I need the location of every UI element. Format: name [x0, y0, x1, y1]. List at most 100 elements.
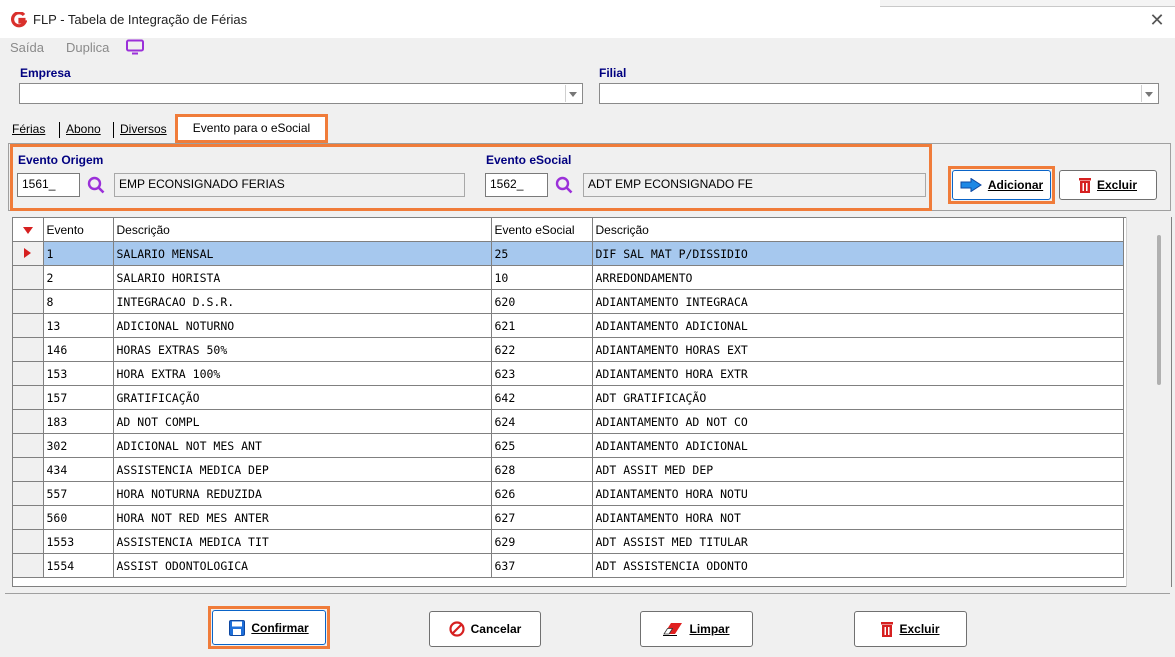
table-row[interactable]: 153 HORA EXTRA 100% 623 ADIANTAMENTO HORA E…	[13, 361, 1124, 386]
cell-evento[interactable]: 1554	[43, 553, 114, 578]
cell-evento-esocial[interactable]: 642	[491, 385, 593, 410]
filial-combo[interactable]	[599, 83, 1159, 104]
cell-descricao-esocial[interactable]: ADIANTAMENTO HORA EXTR	[592, 361, 1124, 386]
menu-item-duplica[interactable]: Duplica	[66, 40, 109, 55]
cell-descricao[interactable]: GRATIFICAÇÃO	[113, 385, 492, 410]
cell-evento-esocial[interactable]: 625	[491, 433, 593, 458]
cell-descricao-esocial[interactable]: ADIANTAMENTO AD NOT CO	[592, 409, 1124, 434]
row-indicator[interactable]	[13, 265, 44, 290]
cell-descricao-esocial[interactable]: ADIANTAMENTO HORAS EXT	[592, 337, 1124, 362]
cell-descricao[interactable]: ASSIST ODONTOLOGICA	[113, 553, 492, 578]
row-indicator[interactable]	[13, 529, 44, 554]
table-row[interactable]: 1 SALARIO MENSAL 25 DIF SAL MAT P/DISSIDIO	[13, 241, 1124, 266]
cell-descricao-esocial[interactable]: ADIANTAMENTO HORA NOT	[592, 505, 1124, 530]
table-row[interactable]: 434 ASSISTENCIA MEDICA DEP 628 ADT ASSIT ME…	[13, 457, 1124, 482]
cell-evento[interactable]: 146	[43, 337, 114, 362]
cell-evento[interactable]: 13	[43, 313, 114, 338]
table-row[interactable]: 146 HORAS EXTRAS 50% 622 ADIANTAMENTO HORAS…	[13, 337, 1124, 362]
cell-evento-esocial[interactable]: 10	[491, 265, 593, 290]
cell-descricao[interactable]: AD NOT COMPL	[113, 409, 492, 434]
cell-descricao-esocial[interactable]: ADIANTAMENTO INTEGRACA	[592, 289, 1124, 314]
cell-evento[interactable]: 8	[43, 289, 114, 314]
row-indicator[interactable]	[13, 505, 44, 530]
events-grid[interactable]: Evento Descrição Evento eSocial Descriçã…	[12, 217, 1172, 587]
tab-evento-esocial[interactable]: Evento para o eSocial	[175, 114, 328, 143]
cell-descricao-esocial[interactable]: ADIANTAMENTO ADICIONAL	[592, 433, 1124, 458]
table-row[interactable]: 8 INTEGRACAO D.S.R. 620 ADIANTAMENTO INTEGR…	[13, 289, 1124, 314]
cell-evento[interactable]: 1	[43, 241, 114, 266]
table-row[interactable]: 560 HORA NOT RED MES ANTER 627 ADIANTAMENTO…	[13, 505, 1124, 530]
row-indicator[interactable]	[13, 385, 44, 410]
clear-button[interactable]: Limpar	[640, 611, 753, 647]
row-indicator[interactable]	[13, 457, 44, 482]
cell-evento-esocial[interactable]: 624	[491, 409, 593, 434]
row-indicator[interactable]	[13, 241, 44, 266]
column-header-evento[interactable]: Evento	[43, 218, 114, 242]
tab-diversos[interactable]: Diversos	[117, 118, 170, 140]
table-row[interactable]: 1554 ASSIST ODONTOLOGICA 637 ADT ASSISTENCI…	[13, 553, 1124, 578]
cell-descricao-esocial[interactable]: ADIANTAMENTO ADICIONAL	[592, 313, 1124, 338]
table-row[interactable]: 1553 ASSISTENCIA MEDICA TIT 629 ADT ASSIST …	[13, 529, 1124, 554]
cell-evento-esocial[interactable]: 620	[491, 289, 593, 314]
row-indicator[interactable]	[13, 409, 44, 434]
cell-evento[interactable]: 302	[43, 433, 114, 458]
column-header-descricao[interactable]: Descrição	[113, 218, 492, 242]
monitor-icon[interactable]	[125, 39, 145, 55]
menu-item-saida[interactable]: Saída	[10, 40, 44, 55]
cell-descricao[interactable]: SALARIO HORISTA	[113, 265, 492, 290]
table-row[interactable]: 557 HORA NOTURNA REDUZIDA 626 ADIANTAMENTO …	[13, 481, 1124, 506]
cell-descricao-esocial[interactable]: ADIANTAMENTO HORA NOTU	[592, 481, 1124, 506]
search-icon[interactable]	[87, 176, 105, 194]
cell-descricao[interactable]: HORA NOT RED MES ANTER	[113, 505, 492, 530]
confirm-button[interactable]: Confirmar	[212, 610, 326, 645]
cell-evento-esocial[interactable]: 623	[491, 361, 593, 386]
chevron-down-icon[interactable]	[1141, 85, 1157, 102]
cell-descricao[interactable]: HORA EXTRA 100%	[113, 361, 492, 386]
row-indicator[interactable]	[13, 361, 44, 386]
cell-evento-esocial[interactable]: 622	[491, 337, 593, 362]
cell-evento[interactable]: 153	[43, 361, 114, 386]
cell-descricao-esocial[interactable]: ARREDONDAMENTO	[592, 265, 1124, 290]
cell-evento-esocial[interactable]: 637	[491, 553, 593, 578]
cell-evento[interactable]: 183	[43, 409, 114, 434]
delete-event-button[interactable]: Excluir	[1059, 170, 1157, 200]
cell-descricao[interactable]: SALARIO MENSAL	[113, 241, 492, 266]
row-indicator[interactable]	[13, 289, 44, 314]
evento-esocial-code-input[interactable]: 1562_	[485, 173, 548, 197]
row-indicator[interactable]	[13, 337, 44, 362]
cell-evento[interactable]: 560	[43, 505, 114, 530]
table-row[interactable]: 2 SALARIO HORISTA 10 ARREDONDAMENTO	[13, 265, 1124, 290]
cell-evento[interactable]: 1553	[43, 529, 114, 554]
tab-ferias[interactable]: Férias	[9, 118, 48, 140]
row-indicator[interactable]	[13, 481, 44, 506]
cell-evento[interactable]: 2	[43, 265, 114, 290]
table-row[interactable]: 302 ADICIONAL NOT MES ANT 625 ADIANTAMENTO …	[13, 433, 1124, 458]
column-header-evento-esocial[interactable]: Evento eSocial	[491, 218, 593, 242]
search-icon[interactable]	[555, 176, 573, 194]
row-indicator[interactable]	[13, 433, 44, 458]
cancel-button[interactable]: Cancelar	[429, 611, 541, 647]
cell-descricao[interactable]: ASSISTENCIA MEDICA TIT	[113, 529, 492, 554]
cell-descricao-esocial[interactable]: ADT ASSIST MED TITULAR	[592, 529, 1124, 554]
cell-evento-esocial[interactable]: 626	[491, 481, 593, 506]
chevron-down-icon[interactable]	[565, 85, 581, 102]
cell-descricao-esocial[interactable]: ADT ASSISTENCIA ODONTO	[592, 553, 1124, 578]
cell-descricao[interactable]: HORAS EXTRAS 50%	[113, 337, 492, 362]
column-header-descricao-esocial[interactable]: Descrição	[592, 218, 1124, 242]
row-indicator[interactable]	[13, 313, 44, 338]
cell-evento-esocial[interactable]: 628	[491, 457, 593, 482]
cell-descricao[interactable]: ADICIONAL NOT MES ANT	[113, 433, 492, 458]
cell-descricao-esocial[interactable]: DIF SAL MAT P/DISSIDIO	[592, 241, 1124, 266]
cell-descricao[interactable]: ASSISTENCIA MEDICA DEP	[113, 457, 492, 482]
cell-evento-esocial[interactable]: 629	[491, 529, 593, 554]
vertical-scrollbar[interactable]	[1126, 217, 1171, 587]
cell-descricao-esocial[interactable]: ADT ASSIT MED DEP	[592, 457, 1124, 482]
table-row[interactable]: 183 AD NOT COMPL 624 ADIANTAMENTO AD NOT CO	[13, 409, 1124, 434]
cell-evento-esocial[interactable]: 627	[491, 505, 593, 530]
delete-button[interactable]: Excluir	[854, 611, 967, 647]
add-button[interactable]: Adicionar	[952, 170, 1051, 200]
empresa-combo[interactable]	[19, 83, 583, 104]
cell-evento[interactable]: 434	[43, 457, 114, 482]
close-icon[interactable]: ✕	[1146, 9, 1168, 31]
cell-evento-esocial[interactable]: 25	[491, 241, 593, 266]
